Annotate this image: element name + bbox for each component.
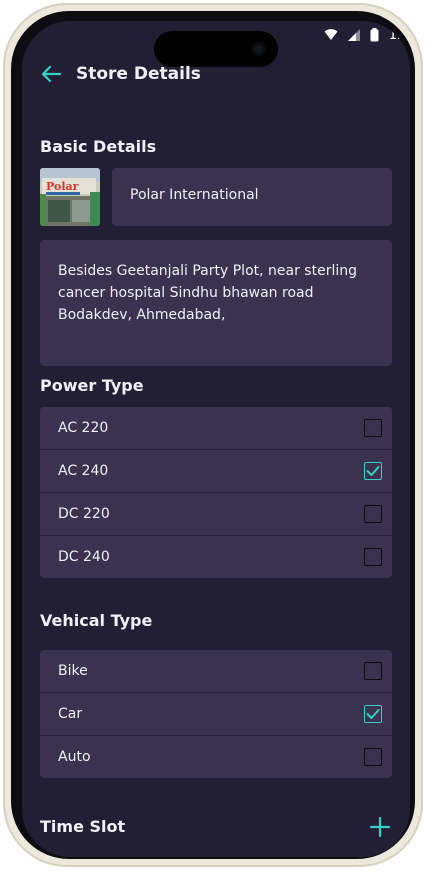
plus-icon[interactable]: [368, 815, 392, 839]
app-screen: 12:3 Store Details Basic Details Polar: [22, 21, 410, 857]
camera-lens-icon: [252, 42, 266, 56]
status-time: 12:3: [388, 27, 410, 43]
vehicle-option-label: Bike: [58, 663, 88, 679]
checkbox-unchecked-icon[interactable]: [364, 505, 382, 523]
power-option-label: AC 240: [58, 463, 109, 479]
checkbox-unchecked-icon[interactable]: [364, 662, 382, 680]
vehicle-option-label: Car: [58, 706, 83, 722]
power-option-ac-220[interactable]: AC 220: [40, 407, 392, 450]
battery-icon: [370, 28, 379, 42]
vehicle-option-label: Auto: [58, 749, 91, 765]
vehicle-option-bike[interactable]: Bike: [40, 650, 392, 693]
power-option-dc-220[interactable]: DC 220: [40, 493, 392, 536]
vehicle-type-heading: Vehical Type: [40, 611, 153, 630]
checkbox-unchecked-icon[interactable]: [364, 419, 382, 437]
page-title: Store Details: [76, 64, 201, 84]
store-logo-text: Polar: [46, 180, 79, 193]
store-address-value: Besides Geetanjali Party Plot, near ster…: [58, 263, 357, 323]
vehicle-option-auto[interactable]: Auto: [40, 736, 392, 778]
dynamic-island: [154, 31, 278, 67]
power-option-label: DC 240: [58, 549, 110, 565]
wifi-icon: [324, 29, 338, 41]
time-slot-heading: Time Slot: [40, 817, 126, 836]
checkbox-unchecked-icon[interactable]: [364, 548, 382, 566]
app-header: Store Details: [40, 63, 201, 85]
status-bar: 12:3: [324, 23, 410, 47]
checkbox-checked-icon[interactable]: [364, 462, 382, 480]
vehicle-option-car[interactable]: Car: [40, 693, 392, 736]
store-address-field[interactable]: Besides Geetanjali Party Plot, near ster…: [40, 240, 392, 366]
store-name-field[interactable]: Polar International: [112, 168, 392, 226]
power-type-list: AC 220 AC 240 DC 220 DC 240: [40, 407, 392, 578]
cellular-signal-icon: [347, 29, 360, 41]
vehicle-type-list: Bike Car Auto: [40, 650, 392, 778]
power-option-label: DC 220: [58, 506, 110, 522]
power-type-heading: Power Type: [40, 376, 144, 395]
basic-details-heading: Basic Details: [40, 137, 157, 156]
checkbox-checked-icon[interactable]: [364, 705, 382, 723]
arrow-left-icon[interactable]: [40, 63, 62, 85]
store-name-value: Polar International: [130, 187, 259, 203]
power-option-dc-240[interactable]: DC 240: [40, 536, 392, 578]
checkbox-unchecked-icon[interactable]: [364, 748, 382, 766]
power-option-ac-240[interactable]: AC 240: [40, 450, 392, 493]
power-option-label: AC 220: [58, 420, 109, 436]
phone-frame: 12:3 Store Details Basic Details Polar: [3, 3, 423, 867]
store-thumbnail[interactable]: Polar: [40, 168, 100, 226]
